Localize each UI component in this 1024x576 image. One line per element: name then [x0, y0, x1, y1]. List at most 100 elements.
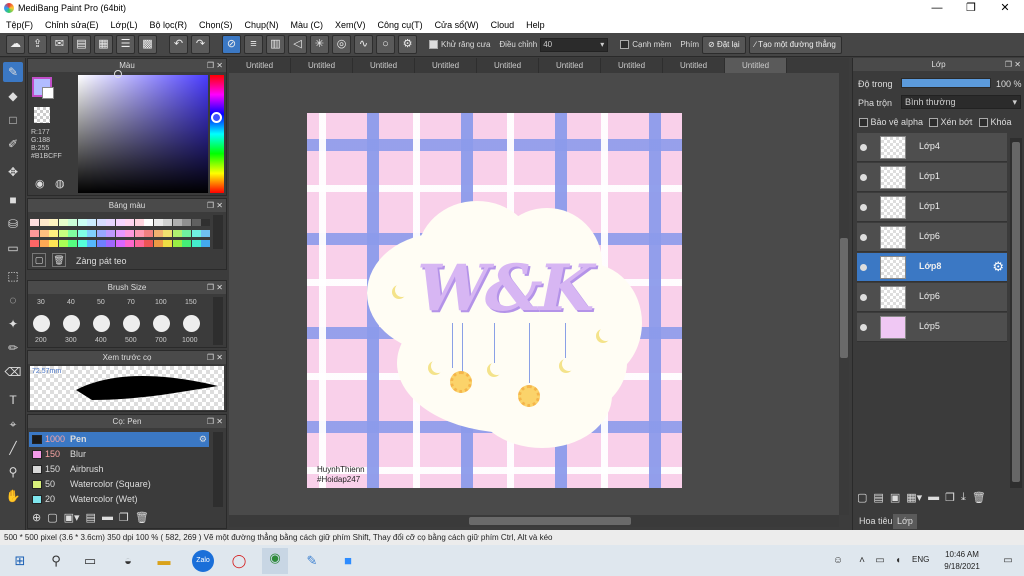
size-300[interactable]: 300 — [65, 337, 77, 344]
trash-icon[interactable]: 🗑 — [135, 511, 149, 527]
new-layer-icon[interactable]: ▢ — [857, 491, 867, 507]
palette-swatch[interactable] — [201, 240, 210, 247]
brush-list-scrollbar[interactable] — [213, 432, 223, 507]
transparent-color-swatch[interactable] — [34, 107, 50, 123]
zoom-icon[interactable]: ■ — [338, 551, 358, 571]
maximize-button[interactable]: ❐ — [954, 0, 988, 16]
layer-list-scrollbar[interactable] — [1010, 138, 1022, 488]
brush-item-pen[interactable]: 1000 Pen ⚙ — [29, 432, 209, 447]
cross-snap-icon[interactable]: ▥ — [266, 35, 285, 54]
palette-swatch[interactable] — [153, 229, 163, 237]
palette-swatch[interactable] — [58, 240, 68, 247]
brush-tool-icon[interactable]: ✎ — [3, 62, 23, 82]
size-30[interactable]: 30 — [37, 299, 45, 306]
eye-icon[interactable] — [860, 144, 867, 151]
palette-swatch[interactable] — [191, 219, 201, 226]
eraser-tool-icon[interactable]: ◆ — [3, 86, 23, 106]
palette-swatch[interactable] — [68, 219, 77, 226]
palette-swatch[interactable] — [182, 219, 191, 226]
palette-swatch[interactable] — [125, 219, 134, 226]
chrome-icon[interactable]: ◉ — [262, 548, 288, 574]
menu-snap[interactable]: Chụp(N) — [239, 20, 285, 30]
palette-swatch[interactable] — [49, 240, 58, 247]
move-tool-icon[interactable]: ✥ — [3, 162, 23, 182]
canvas-vertical-scrollbar[interactable] — [839, 73, 849, 515]
color-mode-icon[interactable]: ◍ — [55, 177, 65, 190]
brush-item-blur[interactable]: 150 Blur — [29, 447, 209, 462]
palette-swatch[interactable] — [87, 219, 96, 226]
menu-file[interactable]: Tệp(F) — [0, 20, 39, 30]
gradient-tool-icon[interactable]: ▭ — [3, 238, 23, 258]
tab-navigator[interactable]: Hoa tiêu — [855, 514, 897, 529]
palette-swatch[interactable] — [49, 219, 58, 226]
palette-swatch[interactable] — [30, 240, 39, 247]
hue-cursor[interactable] — [211, 112, 222, 123]
brush-item-watercolor-square[interactable]: 50 Watercolor (Square) — [29, 477, 209, 492]
browser-icon[interactable]: ◒ — [118, 551, 138, 571]
new-palette-icon[interactable]: ▢ — [32, 253, 46, 267]
palette-icon[interactable]: ◉ — [35, 177, 45, 190]
tab-untitled[interactable]: Untitled — [229, 58, 291, 73]
tab-untitled[interactable]: Untitled — [477, 58, 539, 73]
page-icon[interactable]: ▦ — [94, 35, 113, 54]
clip-checkbox[interactable] — [929, 118, 938, 128]
language-indicator[interactable]: ENG — [912, 555, 929, 564]
doc-icon[interactable]: ▤ — [72, 35, 91, 54]
brush-item-watercolor-wet[interactable]: 20 Watercolor (Wet) — [29, 492, 209, 507]
brush-size-scrollbar[interactable] — [213, 297, 223, 345]
secondary-color-swatch[interactable] — [42, 87, 54, 99]
artwork-canvas[interactable]: W&K HuynhThienn #Hoidap247 — [307, 113, 682, 488]
notifications-icon[interactable]: ▭ — [998, 551, 1018, 571]
size-70[interactable]: 70 — [127, 299, 135, 306]
people-icon[interactable]: ☺ — [828, 551, 848, 571]
palette-swatch[interactable] — [144, 219, 153, 226]
medibang-icon[interactable]: ✎ — [302, 551, 322, 571]
palette-swatch[interactable] — [144, 229, 153, 237]
palette-swatch[interactable] — [39, 229, 49, 237]
palette-swatch[interactable] — [182, 240, 191, 247]
copy-brush-icon[interactable]: ❐ — [119, 511, 129, 527]
clock[interactable]: 10:46 AM 9/18/2021 — [940, 549, 984, 573]
gear-icon[interactable]: ⚙ — [992, 259, 1004, 275]
tab-untitled[interactable]: Untitled — [291, 58, 353, 73]
pen-tool-icon[interactable]: ✐ — [3, 134, 23, 154]
size-50[interactable]: 50 — [97, 299, 105, 306]
fill-rect-tool-icon[interactable]: ■ — [3, 190, 23, 210]
share-icon[interactable]: ⇪ — [28, 35, 47, 54]
menu-cloud[interactable]: Cloud — [485, 20, 521, 30]
panel-pop-icon[interactable]: ❐ ✕ — [207, 199, 223, 212]
layer-row[interactable]: Lớp5 — [857, 313, 1007, 342]
trash-icon[interactable]: 🗑 — [52, 253, 66, 267]
snap-off-icon[interactable]: ⊘ — [222, 35, 241, 54]
blend-mode-select[interactable]: Bình thường ▾ — [901, 95, 1021, 109]
menu-help[interactable]: Help — [520, 20, 551, 30]
merge-layer-icon[interactable]: ⤓ — [961, 491, 966, 507]
radial-snap-icon[interactable]: ✳ — [310, 35, 329, 54]
tab-layer[interactable]: Lớp — [893, 514, 917, 529]
parallel-snap-icon[interactable]: ≡ — [244, 35, 263, 54]
size-dot[interactable] — [63, 315, 80, 332]
eye-icon[interactable] — [860, 234, 867, 241]
size-400[interactable]: 400 — [95, 337, 107, 344]
tab-untitled[interactable]: Untitled — [353, 58, 415, 73]
new-layer-8bit-icon[interactable]: ▤ — [873, 491, 883, 507]
layer-row[interactable]: Lớp1 — [857, 163, 1007, 192]
chevron-up-icon[interactable]: ˄ — [852, 551, 872, 571]
vanish-snap-icon[interactable]: ◁ — [288, 35, 307, 54]
create-line-button[interactable]: ∕ Tạo một đường thẳng — [748, 35, 842, 54]
menu-color[interactable]: Màu (C) — [285, 20, 330, 30]
select-tool-icon[interactable]: ⬚ — [3, 266, 23, 286]
bucket-tool-icon[interactable]: ⛁ — [3, 214, 23, 234]
size-40[interactable]: 40 — [67, 299, 75, 306]
palette-swatch[interactable] — [172, 240, 182, 247]
task-view-icon[interactable]: ▭ — [80, 551, 100, 571]
palette-swatch[interactable] — [39, 219, 49, 226]
palette-swatch[interactable] — [106, 219, 115, 226]
folder-icon[interactable]: ▬ — [928, 491, 939, 507]
undo-icon[interactable]: ↶ — [169, 35, 188, 54]
eye-icon[interactable] — [860, 294, 867, 301]
palette-swatch[interactable] — [77, 219, 87, 226]
lock-checkbox[interactable] — [979, 118, 988, 128]
palette-swatch[interactable] — [87, 240, 96, 247]
layer-scroll-thumb[interactable] — [1012, 142, 1020, 482]
